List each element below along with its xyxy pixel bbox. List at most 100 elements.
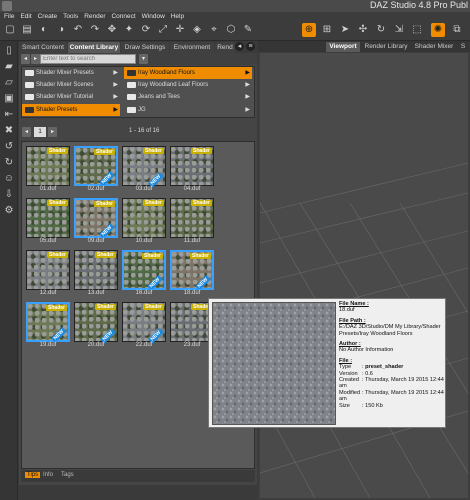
menu-create[interactable]: Create (38, 12, 58, 21)
search-input[interactable] (40, 54, 136, 64)
shader-badge: Shader (95, 252, 116, 258)
forward-button[interactable]: ▸ (31, 54, 40, 64)
content-item[interactable]: Shader 12.duf (26, 250, 70, 296)
translate-icon[interactable]: ✣ (356, 23, 370, 37)
select-icon[interactable]: ➤ (338, 23, 352, 37)
size-row: Size: 150 Kb (339, 402, 383, 409)
folder-save-icon[interactable]: ▱ (3, 77, 15, 89)
tab-viewport[interactable]: Viewport (326, 42, 360, 52)
tab-scroll-left-icon[interactable]: ◂ (235, 42, 244, 51)
back-button[interactable]: ◂ (21, 54, 30, 64)
content-item[interactable]: Shader NEW 18.duf (170, 250, 214, 296)
tab-info[interactable]: Info (43, 472, 53, 478)
tab-s[interactable]: S (458, 42, 468, 52)
active-pose-icon[interactable]: ⊞ (320, 23, 334, 37)
tree-item-shader-mixer-presets[interactable]: Shader Mixer Presets ▶ (22, 67, 120, 79)
geometry-tool-icon[interactable]: ⬡ (224, 23, 238, 37)
tab-shader-mixer[interactable]: Shader Mixer (412, 42, 456, 52)
tree-item-shader-presets[interactable]: Shader Presets ▶ (22, 104, 120, 116)
render-settings-icon[interactable]: ◑ (54, 23, 68, 37)
new-scene-icon[interactable]: ▢ (3, 23, 17, 37)
menu-window[interactable]: Window (142, 12, 165, 21)
content-item-label: 11.duf (183, 238, 201, 244)
render-icon[interactable]: ◐ (37, 23, 51, 37)
content-item-label: 10.duf (135, 238, 153, 244)
content-item[interactable]: Shader 04.duf (170, 146, 214, 192)
shader-badge: Shader (190, 253, 211, 259)
shader-badge: Shader (95, 304, 116, 310)
aux-viewport-icon[interactable]: ⧉ (450, 23, 464, 37)
delete-icon[interactable]: ✖ (3, 125, 15, 137)
content-item[interactable]: Shader 05.duf (26, 198, 70, 244)
thumbnail-image: Shader NEW (122, 146, 166, 188)
node-weight-icon[interactable]: ⌖ (207, 23, 221, 37)
prev-page-button[interactable]: ◂ (22, 127, 31, 137)
joint-tool-icon[interactable]: ✦ (122, 23, 136, 37)
tab-render-library[interactable]: Render Library (362, 42, 410, 52)
figure-icon[interactable]: ☺ (3, 173, 15, 185)
tree-item-shader-mixer-tutorial[interactable]: Shader Mixer Tutorial ▶ (22, 91, 120, 103)
content-item[interactable]: Shader NEW 19.duf (26, 302, 70, 348)
iray-render-icon[interactable]: ✺ (431, 23, 445, 37)
search-options-button[interactable]: ▾ (139, 54, 148, 64)
content-item[interactable]: Shader 11.duf (170, 198, 214, 244)
content-item-label: 19.duf (39, 342, 57, 348)
rotate-icon[interactable]: ↻ (374, 23, 388, 37)
region-icon[interactable]: ⬚ (410, 23, 424, 37)
settings-icon[interactable]: ⚙ (3, 205, 15, 217)
page-number-input[interactable]: 1 (34, 127, 46, 137)
next-page-button[interactable]: ▸ (48, 127, 57, 137)
tab-tags[interactable]: Tags (61, 472, 74, 478)
content-item[interactable]: Shader NEW 16.duf (122, 250, 166, 296)
tree-item-shader-mixer-scenes[interactable]: Shader Mixer Scenes ▶ (22, 79, 120, 91)
tab-smart-content[interactable]: Smart Content (19, 42, 67, 53)
merge-icon[interactable]: ⇤ (3, 109, 15, 121)
tab-environment[interactable]: Environment (170, 42, 214, 53)
surface-tool-icon[interactable]: ◈ (190, 23, 204, 37)
shader-badge: Shader (47, 252, 68, 258)
3d-viewport[interactable] (260, 53, 468, 498)
undo-side-icon[interactable]: ↺ (3, 141, 15, 153)
pose-tool-icon[interactable]: ✥ (105, 23, 119, 37)
scale-tool-icon[interactable]: ⤢ (156, 23, 170, 37)
folder-open-icon[interactable]: ▰ (3, 61, 15, 73)
content-item[interactable]: Shader NEW 20.duf (74, 302, 118, 348)
translate-tool-icon[interactable]: ✛ (173, 23, 187, 37)
menu-connect[interactable]: Connect (111, 12, 135, 21)
open-icon[interactable]: ▤ (20, 23, 34, 37)
tab-menu-icon[interactable]: ≡ (246, 42, 255, 51)
content-item[interactable]: Shader 10.duf (122, 198, 166, 244)
panel-tabs: Smart Content Content Library Draw Setti… (19, 41, 257, 53)
content-item[interactable]: Shader NEW 09.duf (74, 198, 118, 244)
tab-tips[interactable]: Tips (25, 472, 41, 478)
scale-icon[interactable]: ⇲ (392, 23, 406, 37)
new-icon[interactable]: ▯ (3, 45, 15, 57)
save-icon[interactable]: ▣ (3, 93, 15, 105)
content-item[interactable]: Shader NEW 22.duf (122, 302, 166, 348)
redo-icon[interactable]: ↷ (88, 23, 102, 37)
tab-render[interactable]: Rend (215, 42, 235, 53)
content-item[interactable]: Shader 01.duf (26, 146, 70, 192)
menu-file[interactable]: File (4, 12, 14, 21)
redo-side-icon[interactable]: ↻ (3, 157, 15, 169)
menu-render[interactable]: Render (84, 12, 105, 21)
tree-item-jeans-and-tees[interactable]: Jeans and Tees ▶ (124, 91, 252, 103)
spot-render-icon[interactable]: ✎ (241, 23, 255, 37)
tab-content-library[interactable]: Content Library (68, 42, 120, 53)
content-item[interactable]: Shader NEW 03.duf (122, 146, 166, 192)
thumbnail-image: Shader (170, 198, 214, 238)
download-icon[interactable]: ⇩ (3, 189, 15, 201)
menu-tools[interactable]: Tools (63, 12, 78, 21)
thumbnail-image: Shader (122, 198, 166, 238)
content-item[interactable]: Shader 13.duf (74, 250, 118, 296)
tab-draw-settings[interactable]: Draw Settings (121, 42, 169, 53)
rotate-tool-icon[interactable]: ⟳ (139, 23, 153, 37)
menu-help[interactable]: Help (171, 12, 184, 21)
tree-item-iray-woodland-floors[interactable]: Iray Woodland Floors ▶ (124, 67, 252, 79)
tree-item-jg[interactable]: JG ▶ (124, 104, 252, 116)
menu-edit[interactable]: Edit (20, 12, 31, 21)
universal-tool-icon[interactable]: ⊕ (302, 23, 316, 37)
undo-icon[interactable]: ↶ (71, 23, 85, 37)
tree-item-iray-woodland-leaf-floors[interactable]: Iray Woodland Leaf Floors ▶ (124, 79, 252, 91)
content-item[interactable]: Shader NEW 02.duf (74, 146, 118, 192)
